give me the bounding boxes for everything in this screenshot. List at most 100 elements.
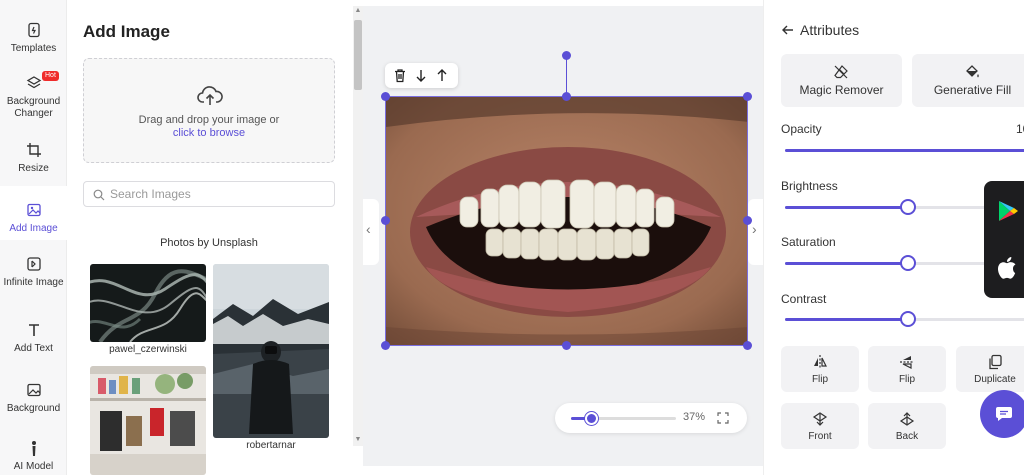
sidebar-item-add-text[interactable]: Add Text <box>0 322 67 355</box>
browse-link[interactable]: click to browse <box>84 127 334 140</box>
attributes-header: Attributes <box>782 22 859 38</box>
resize-handle-bottom-left[interactable] <box>381 341 390 350</box>
text-icon <box>28 324 39 336</box>
contrast-slider-fill <box>785 318 908 321</box>
image-dropzone[interactable]: Drag and drop your image or click to bro… <box>83 58 335 163</box>
sidebar-item-templates[interactable]: Templates <box>0 22 67 55</box>
add-image-panel: Add Image Drag and drop your image or cl… <box>67 0 353 475</box>
search-icon <box>93 189 105 201</box>
sidebar-item-infinite-image[interactable]: Infinite Image <box>0 256 67 289</box>
scroll-up-arrow-icon[interactable]: ▲ <box>354 7 362 15</box>
eraser-icon <box>834 65 848 79</box>
panel-scrollbar[interactable]: ▲ ▼ <box>353 6 363 446</box>
contrast-label: Contrast <box>781 292 827 306</box>
flip-horizontal-icon <box>814 355 827 369</box>
image-icon <box>26 203 41 217</box>
unsplash-photo[interactable] <box>90 264 206 342</box>
photo-caption: robertarnar <box>246 440 296 451</box>
sidebar-item-background[interactable]: Background <box>0 382 67 415</box>
sidebar-item-label: Background <box>6 403 61 414</box>
unsplash-photo[interactable] <box>90 366 206 475</box>
chat-button[interactable] <box>980 390 1024 438</box>
flip-label: Flip <box>811 374 829 385</box>
selected-image[interactable] <box>385 96 748 346</box>
sidebar-item-label: Add Text <box>14 343 53 354</box>
sidebar-item-ai-model[interactable]: AI Model <box>0 440 67 473</box>
arrow-down-icon[interactable] <box>414 68 428 83</box>
sidebar-item-resize[interactable]: Resize <box>0 142 67 175</box>
bring-front-icon <box>812 412 828 426</box>
scroll-down-arrow-icon[interactable]: ▼ <box>354 436 362 444</box>
rotate-handle-line <box>566 56 567 96</box>
fullscreen-icon[interactable] <box>717 412 729 424</box>
generative-fill-button[interactable]: Generative Fill <box>912 54 1024 107</box>
flip-vertical-icon <box>900 356 914 369</box>
resize-handle-bottom[interactable] <box>562 341 571 350</box>
background-icon <box>26 383 41 397</box>
saturation-label: Saturation <box>781 235 836 249</box>
unsplash-photo[interactable] <box>213 264 329 438</box>
sidebar-item-background-changer[interactable]: Hot Background Changer <box>0 71 67 120</box>
paint-bucket-icon <box>966 65 979 78</box>
hot-badge: Hot <box>42 71 59 81</box>
back-arrow-icon[interactable] <box>782 25 794 35</box>
brightness-slider-knob[interactable] <box>899 199 916 215</box>
resize-handle-top-right[interactable] <box>743 92 752 101</box>
wall-shelf-photo <box>90 366 206 475</box>
layers-icon <box>26 76 41 89</box>
sidebar-item-label: Background Changer <box>6 96 61 119</box>
resize-handle-top[interactable] <box>562 92 571 101</box>
expand-image-icon <box>26 257 41 271</box>
magic-remover-label: Magic Remover <box>799 83 884 97</box>
resize-handle-bottom-right[interactable] <box>743 341 752 350</box>
back-label: Back <box>895 431 919 442</box>
element-toolbar <box>385 63 458 88</box>
brightness-slider-fill <box>785 206 908 209</box>
snow-portrait-photo <box>213 264 329 438</box>
chevron-right-icon: › <box>752 221 757 237</box>
flip-horizontal-button[interactable]: Flip <box>781 346 859 392</box>
resize-handle-right[interactable] <box>743 216 752 225</box>
teeth-photo <box>386 97 747 345</box>
trash-icon[interactable] <box>393 68 407 83</box>
sidebar-item-label: Add Image <box>9 223 58 234</box>
opacity-slider[interactable] <box>785 149 1024 152</box>
zoom-control: 37% <box>555 403 747 433</box>
contrast-slider[interactable] <box>785 311 1024 327</box>
rotate-handle[interactable] <box>562 51 571 60</box>
sidebar-item-label: Resize <box>18 163 49 174</box>
prev-page-tab[interactable]: ‹ <box>363 199 379 265</box>
photo-caption: pawel_czerwinski <box>109 344 187 355</box>
magic-remover-button[interactable]: Magic Remover <box>781 54 902 107</box>
bring-to-front-button[interactable]: Front <box>781 403 859 449</box>
opacity-value: 10 <box>1016 122 1024 136</box>
resize-handle-left[interactable] <box>381 216 390 225</box>
saturation-slider-knob[interactable] <box>899 255 916 271</box>
crop-icon <box>26 143 41 157</box>
zoom-slider-knob[interactable] <box>584 412 598 425</box>
sidebar-item-label: Infinite Image <box>3 277 64 288</box>
resize-handle-top-left[interactable] <box>381 92 390 101</box>
arrow-up-icon[interactable] <box>435 68 449 83</box>
google-play-icon[interactable] <box>996 199 1020 223</box>
scrollbar-thumb[interactable] <box>354 20 362 90</box>
flip-vertical-button[interactable]: Flip <box>868 346 946 392</box>
saturation-slider-fill <box>785 262 908 265</box>
send-back-icon <box>899 412 915 426</box>
chevron-left-icon: ‹ <box>366 221 371 237</box>
attributes-panel: Attributes Magic Remover Generative Fill… <box>763 0 1024 475</box>
left-sidebar: Templates Hot Background Changer Resize … <box>0 0 67 475</box>
zoom-slider[interactable] <box>571 412 676 425</box>
brightness-label: Brightness <box>781 179 838 193</box>
send-to-back-button[interactable]: Back <box>868 403 946 449</box>
duplicate-button[interactable]: Duplicate <box>956 346 1024 392</box>
attributes-title: Attributes <box>800 22 860 38</box>
next-page-tab[interactable]: › <box>748 199 763 265</box>
apple-icon[interactable] <box>997 256 1019 280</box>
generative-fill-label: Generative Fill <box>933 83 1012 97</box>
sidebar-item-add-image[interactable]: Add Image <box>0 186 67 240</box>
contrast-slider-knob[interactable] <box>899 311 916 327</box>
person-icon <box>31 441 36 456</box>
chat-icon <box>996 407 1012 421</box>
search-input[interactable] <box>110 185 325 203</box>
